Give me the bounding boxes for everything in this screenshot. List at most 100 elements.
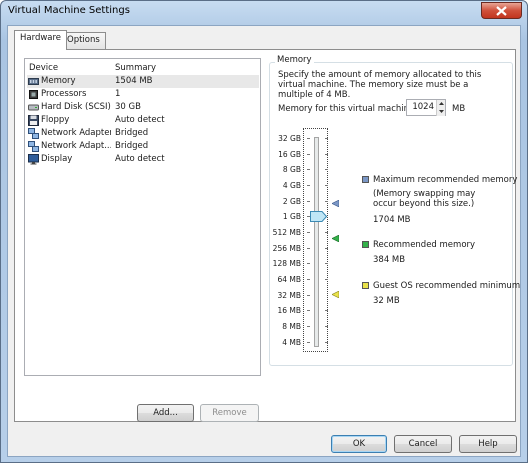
guest-os-minimum-swatch (362, 282, 369, 289)
maximum-recommended-title: Maximum recommended memory (373, 175, 518, 185)
scale-label-32gb: 32 GB (278, 134, 301, 143)
memory-field-label: Memory for this virtual machine: (278, 104, 418, 114)
device-name: Floppy (41, 115, 70, 125)
scale-label-4gb: 4 GB (282, 181, 301, 190)
scale-tick (307, 201, 310, 202)
memory-increase-button[interactable] (436, 100, 445, 108)
tab-options[interactable]: Options (61, 32, 106, 49)
tab-hardware-label: Hardware (20, 33, 62, 43)
chevron-down-icon (439, 110, 444, 113)
close-button[interactable] (481, 2, 522, 19)
device-row-network-adapter[interactable]: Network Adapter Bridged (27, 127, 259, 140)
scale-tick (325, 154, 328, 155)
scale-label-512mb: 512 MB (272, 228, 301, 237)
help-button[interactable]: Help (459, 435, 517, 453)
ok-label: OK (352, 439, 366, 449)
scale-label-256mb: 256 MB (272, 244, 301, 253)
column-header-summary[interactable]: Summary (115, 63, 156, 73)
scale-tick (325, 169, 328, 170)
processor-icon (29, 90, 38, 99)
scale-label-1gb: 1 GB (282, 212, 301, 221)
guest-os-minimum-title: Guest OS recommended minimum (373, 281, 521, 291)
guest-os-minimum-value: 32 MB (373, 296, 400, 306)
scale-tick (325, 232, 328, 233)
scale-tick (307, 185, 310, 186)
ok-button[interactable]: OK (331, 435, 387, 453)
memory-size-value: 1024 (412, 102, 434, 112)
recommended-swatch (362, 241, 369, 248)
memory-slider-thumb[interactable] (310, 211, 327, 222)
remove-device-label: Remove (212, 408, 247, 418)
scale-tick (307, 295, 310, 296)
device-row-network-adapter-2[interactable]: Network Adapt... Bridged (27, 140, 259, 153)
scale-tick (325, 201, 328, 202)
maximum-recommended-note: (Memory swapping may occur beyond this s… (373, 189, 476, 209)
tab-options-label: Options (67, 35, 100, 45)
scale-tick (307, 279, 310, 280)
scale-tick (325, 138, 328, 139)
column-header-device[interactable]: Device (29, 63, 58, 73)
scale-label-2gb: 2 GB (282, 197, 301, 206)
scale-tick (307, 138, 310, 139)
remove-device-button[interactable]: Remove (200, 404, 259, 422)
add-device-label: Add... (153, 408, 178, 418)
virtual-machine-settings-window: Virtual Machine Settings Hardware Option… (0, 0, 528, 463)
device-row-hard-disk[interactable]: Hard Disk (SCSI) 30 GB (27, 101, 259, 114)
scale-tick (307, 154, 310, 155)
close-icon (496, 5, 507, 16)
title-bar[interactable]: Virtual Machine Settings (1, 1, 527, 23)
tab-hardware[interactable]: Hardware (14, 30, 68, 50)
help-label: Help (478, 439, 498, 449)
floppy-icon (28, 115, 39, 126)
memory-unit-label: MB (452, 104, 466, 114)
device-name: Network Adapter (41, 128, 111, 138)
scale-tick (325, 263, 328, 264)
scale-tick (325, 248, 328, 249)
guest-os-minimum-marker (332, 291, 339, 298)
scale-label-8mb: 8 MB (282, 322, 301, 331)
device-summary: Bridged (115, 141, 149, 151)
memory-decrease-button[interactable] (436, 108, 445, 116)
maximum-recommended-marker (332, 200, 339, 207)
scale-tick (325, 279, 328, 280)
device-summary: Bridged (115, 128, 149, 138)
device-name: Network Adapt... (41, 141, 111, 151)
scale-tick (307, 342, 310, 343)
recommended-title: Recommended memory (373, 240, 476, 250)
hard-disk-icon (28, 104, 39, 111)
add-device-button[interactable]: Add... (137, 404, 194, 422)
network-adapter-icon (28, 128, 39, 139)
device-summary: 1 (115, 89, 121, 99)
device-summary: Auto detect (115, 154, 165, 164)
scale-tick (325, 326, 328, 327)
recommended-value: 384 MB (373, 255, 406, 265)
device-name: Processors (41, 89, 87, 99)
cancel-button[interactable]: Cancel (394, 435, 452, 453)
device-row-display[interactable]: Display Auto detect (27, 153, 259, 166)
scale-label-8gb: 8 GB (282, 165, 301, 174)
scale-label-16gb: 16 GB (278, 150, 301, 159)
scale-tick (307, 169, 310, 170)
memory-slider-track[interactable] (314, 137, 319, 347)
chevron-up-icon (439, 102, 444, 105)
scale-tick (307, 232, 310, 233)
scale-tick (325, 342, 328, 343)
cancel-label: Cancel (408, 439, 438, 449)
device-row-floppy[interactable]: Floppy Auto detect (27, 114, 259, 127)
device-row-memory[interactable]: Memory 1504 MB (27, 75, 259, 88)
scale-label-64mb: 64 MB (277, 275, 301, 284)
device-list[interactable]: Device Summary Memory 1504 MB Processors… (24, 58, 261, 376)
memory-description: Specify the amount of memory allocated t… (278, 70, 482, 100)
memory-group-title: Memory (275, 55, 314, 65)
recommended-marker (332, 235, 339, 242)
memory-size-input[interactable]: 1024 (406, 99, 446, 116)
scale-tick (325, 185, 328, 186)
device-row-processors[interactable]: Processors 1 (27, 88, 259, 101)
scale-label-16mb: 16 MB (277, 306, 301, 315)
scale-tick (325, 310, 328, 311)
network-adapter-icon (28, 141, 39, 152)
memory-icon (28, 78, 39, 85)
scale-label-4mb: 4 MB (282, 338, 301, 347)
scale-tick (307, 248, 310, 249)
maximum-recommended-value: 1704 MB (373, 215, 411, 225)
